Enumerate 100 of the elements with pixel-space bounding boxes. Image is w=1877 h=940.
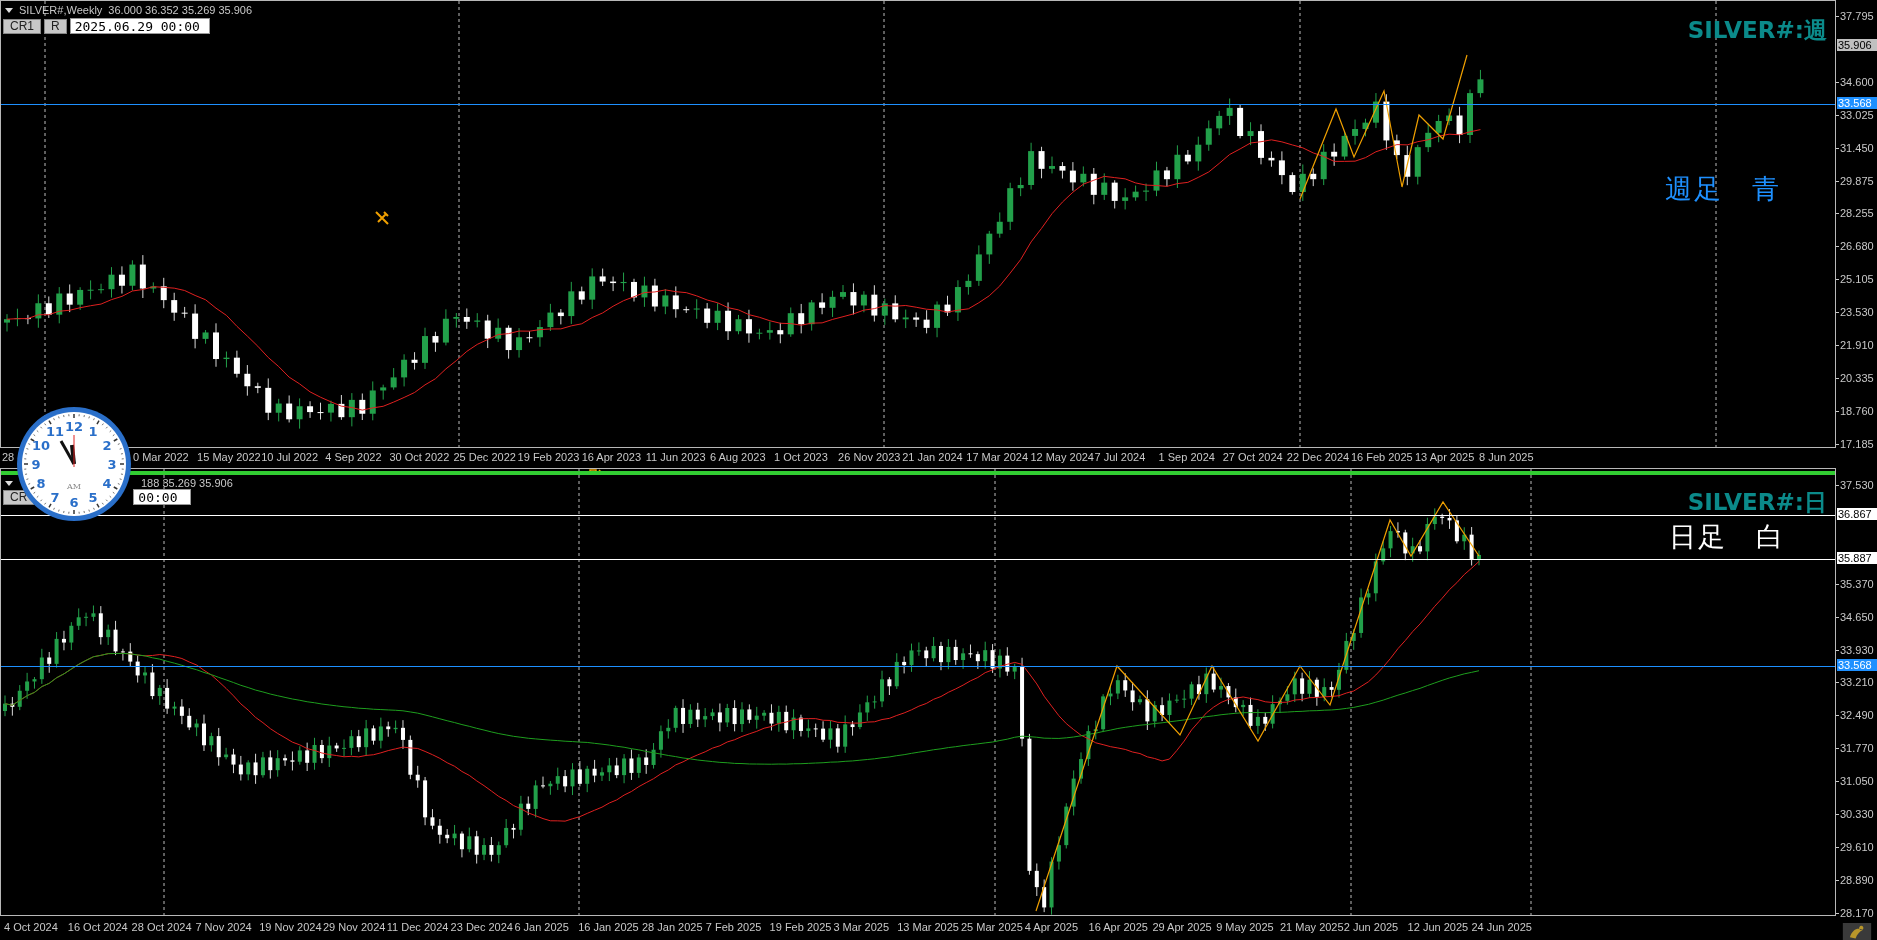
price-label: 23.530 <box>1840 306 1874 319</box>
price-label: 34.650 <box>1840 610 1874 623</box>
time-label: 29 Apr 2025 <box>1152 921 1212 933</box>
time-label: 26 Nov 2023 <box>838 451 901 463</box>
time-label: 4 Oct 2024 <box>4 921 58 933</box>
price-label: 29.610 <box>1840 840 1874 853</box>
time-label: 25 Mar 2025 <box>961 921 1023 933</box>
time-label: 10 Jul 2022 <box>261 451 319 463</box>
time-label: 8 Jun 2025 <box>1479 451 1534 463</box>
clock-numeral: 12 <box>64 419 84 434</box>
caret-icon[interactable] <box>5 7 13 13</box>
time-label: 9 May 2025 <box>1216 921 1274 933</box>
time-label: 6 Jan 2025 <box>514 921 569 933</box>
price-label: 30.330 <box>1840 808 1874 820</box>
price-label: 31.770 <box>1840 742 1874 755</box>
symbol-label: SILVER#:週 <box>1687 16 1827 45</box>
time-label: 7 Nov 2024 <box>195 921 252 933</box>
time-label: 4 Apr 2025 <box>1024 921 1078 933</box>
time-label: 19 Feb 2023 <box>517 451 580 463</box>
time-label: 22 Dec 2024 <box>1286 451 1350 463</box>
price-label: 17.185 <box>1840 437 1874 450</box>
price-label: 35.370 <box>1840 577 1874 590</box>
clock-numeral: 3 <box>107 457 117 472</box>
price-label: 37.530 <box>1840 479 1874 491</box>
time-label: 12 May 2024 <box>1030 451 1094 463</box>
time-label: 15 May 2022 <box>197 451 261 463</box>
price-label: 20.335 <box>1840 371 1874 384</box>
time-label: 1 Sep 2024 <box>1158 451 1215 463</box>
price-label: 33.025 <box>1840 108 1874 121</box>
time-label: 19 Nov 2024 <box>259 921 322 933</box>
time-label: 0 Mar 2022 <box>133 451 189 463</box>
time-label: 24 Jun 2025 <box>1471 921 1532 933</box>
price-label: 32.490 <box>1840 709 1874 722</box>
time-label: 7 Jul 2024 <box>1094 451 1146 463</box>
clock-numeral: 9 <box>31 457 41 472</box>
time-label: 12 Jun 2025 <box>1407 921 1469 933</box>
time-label: 25 Dec 2022 <box>453 451 516 463</box>
price-label: 18.760 <box>1840 404 1874 417</box>
ohlc-values: 188 35.269 35.906 <box>141 477 233 489</box>
price-tag: 35.887 <box>1837 552 1877 564</box>
time-label: 23 Dec 2024 <box>450 921 513 933</box>
time-label: 28 Jan 2025 <box>642 921 703 933</box>
time-label: 4 Sep 2022 <box>325 451 382 463</box>
time-label: 19 Feb 2025 <box>769 921 832 933</box>
time-label: 13 Mar 2025 <box>897 921 959 933</box>
price-label: 25.105 <box>1840 273 1874 286</box>
chart-button[interactable]: CR1 <box>3 18 41 34</box>
price-label: 33.930 <box>1840 643 1874 656</box>
time-label: 28 Oct 2024 <box>131 921 192 933</box>
time-label: 13 Apr 2025 <box>1415 451 1475 463</box>
price-label: 31.450 <box>1840 141 1874 154</box>
clock-numeral: 4 <box>102 476 112 491</box>
price-label: 29.875 <box>1840 174 1874 187</box>
chart-note: 日足 白 <box>1669 520 1785 554</box>
price-label: 28.890 <box>1840 873 1874 886</box>
price-label: 31.050 <box>1840 775 1874 788</box>
time-label: 16 Feb 2025 <box>1350 451 1413 463</box>
clock-numeral: 11 <box>45 424 65 440</box>
price-label: 33.210 <box>1840 676 1874 689</box>
clock-numeral: 8 <box>36 476 46 491</box>
time-label: 21 Jan 2024 <box>902 451 963 463</box>
clock-numeral: 2 <box>102 438 112 453</box>
price-tag: 33.568 <box>1837 659 1877 671</box>
clock-numeral: 7 <box>50 489 60 505</box>
clock-numeral: 5 <box>88 489 98 505</box>
ohlc-values: 36.000 36.352 35.269 35.906 <box>108 4 253 16</box>
chart-symbol: SILVER#,Weekly <box>19 4 103 16</box>
time-label: 7 Feb 2025 <box>705 921 762 933</box>
date-field[interactable]: 00:00 <box>133 489 192 505</box>
time-label: 3 Mar 2025 <box>833 921 890 933</box>
caret-icon[interactable] <box>5 480 13 486</box>
chart-button[interactable]: R <box>44 18 67 34</box>
time-label: 16 Apr 2025 <box>1088 921 1148 933</box>
price-label: 26.680 <box>1840 240 1874 253</box>
clock-numeral: 6 <box>69 495 79 510</box>
price-label: 21.910 <box>1840 339 1874 351</box>
time-label: 16 Oct 2024 <box>67 921 128 933</box>
price-label: 37.795 <box>1840 10 1874 22</box>
time-label: 16 Apr 2023 <box>581 451 642 463</box>
chart-note: 週足 青 <box>1665 172 1781 206</box>
time-label: 2 Jun 2025 <box>1343 921 1399 933</box>
time-label: 11 Jun 2023 <box>645 451 706 463</box>
price-label: 28.170 <box>1840 906 1874 919</box>
clock-numeral: 1 <box>88 424 98 440</box>
time-label: 6 Aug 2023 <box>709 451 766 463</box>
marker-icon <box>374 210 390 226</box>
clock-numeral: 10 <box>32 438 51 453</box>
time-label: 21 May 2025 <box>1280 921 1344 933</box>
time-label: 30 Oct 2022 <box>389 451 450 463</box>
price-label: 34.600 <box>1840 75 1874 88</box>
symbol-label: SILVER#:日 <box>1687 488 1827 517</box>
time-label: 16 Jan 2025 <box>578 921 639 933</box>
clock-meridiem: AM <box>67 482 81 491</box>
time-label: 27 Oct 2024 <box>1222 451 1283 463</box>
time-label: 11 Dec 2024 <box>386 921 449 933</box>
time-label: 29 Nov 2024 <box>323 921 386 933</box>
price-tag: 33.568 <box>1837 97 1877 109</box>
price-tag: 36.867 <box>1837 508 1877 520</box>
price-label: 28.255 <box>1840 207 1874 220</box>
date-field[interactable]: 2025.06.29 00:00 <box>69 18 210 34</box>
